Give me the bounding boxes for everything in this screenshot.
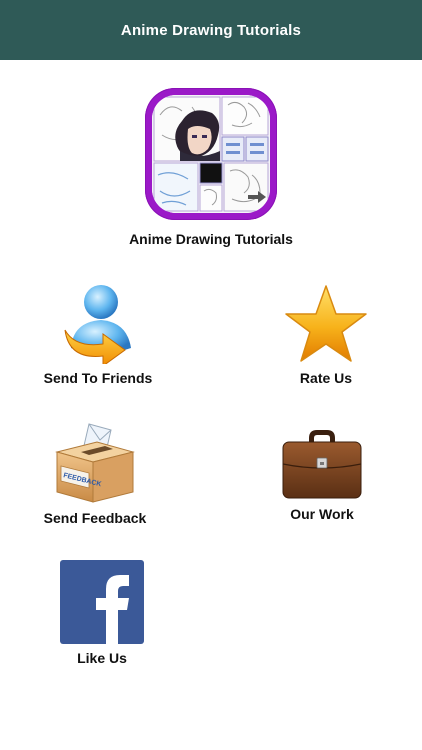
rate-us-button[interactable]: Rate Us xyxy=(246,284,406,386)
app-screen: Anime Drawing Tutorials Anime Drawing Tu… xyxy=(0,0,422,750)
feedback-box-icon: FEEDBACK xyxy=(55,423,135,503)
send-to-friends-button[interactable]: Send To Friends xyxy=(18,284,178,386)
our-work-label: Our Work xyxy=(290,506,354,522)
briefcase-icon xyxy=(282,430,362,499)
our-work-button[interactable]: Our Work xyxy=(242,428,402,522)
user-share-icon xyxy=(64,285,131,364)
app-name: Anime Drawing Tutorials xyxy=(129,231,293,247)
facebook-icon xyxy=(60,560,144,644)
app-icon[interactable] xyxy=(145,88,277,220)
like-us-label: Like Us xyxy=(77,650,127,666)
send-to-friends-label: Send To Friends xyxy=(43,370,153,386)
header-title: Anime Drawing Tutorials xyxy=(120,21,302,39)
send-feedback-button[interactable]: FEEDBACK Send Feedback xyxy=(15,422,175,526)
top-bar: Anime Drawing Tutorials xyxy=(0,0,422,60)
anime-drawing-app-icon xyxy=(152,95,270,213)
app-icon-artwork xyxy=(152,95,270,213)
send-feedback-label: Send Feedback xyxy=(43,510,147,526)
star-icon xyxy=(285,285,367,362)
rate-us-label: Rate Us xyxy=(299,370,353,386)
like-us-button[interactable]: Like Us xyxy=(22,560,182,666)
